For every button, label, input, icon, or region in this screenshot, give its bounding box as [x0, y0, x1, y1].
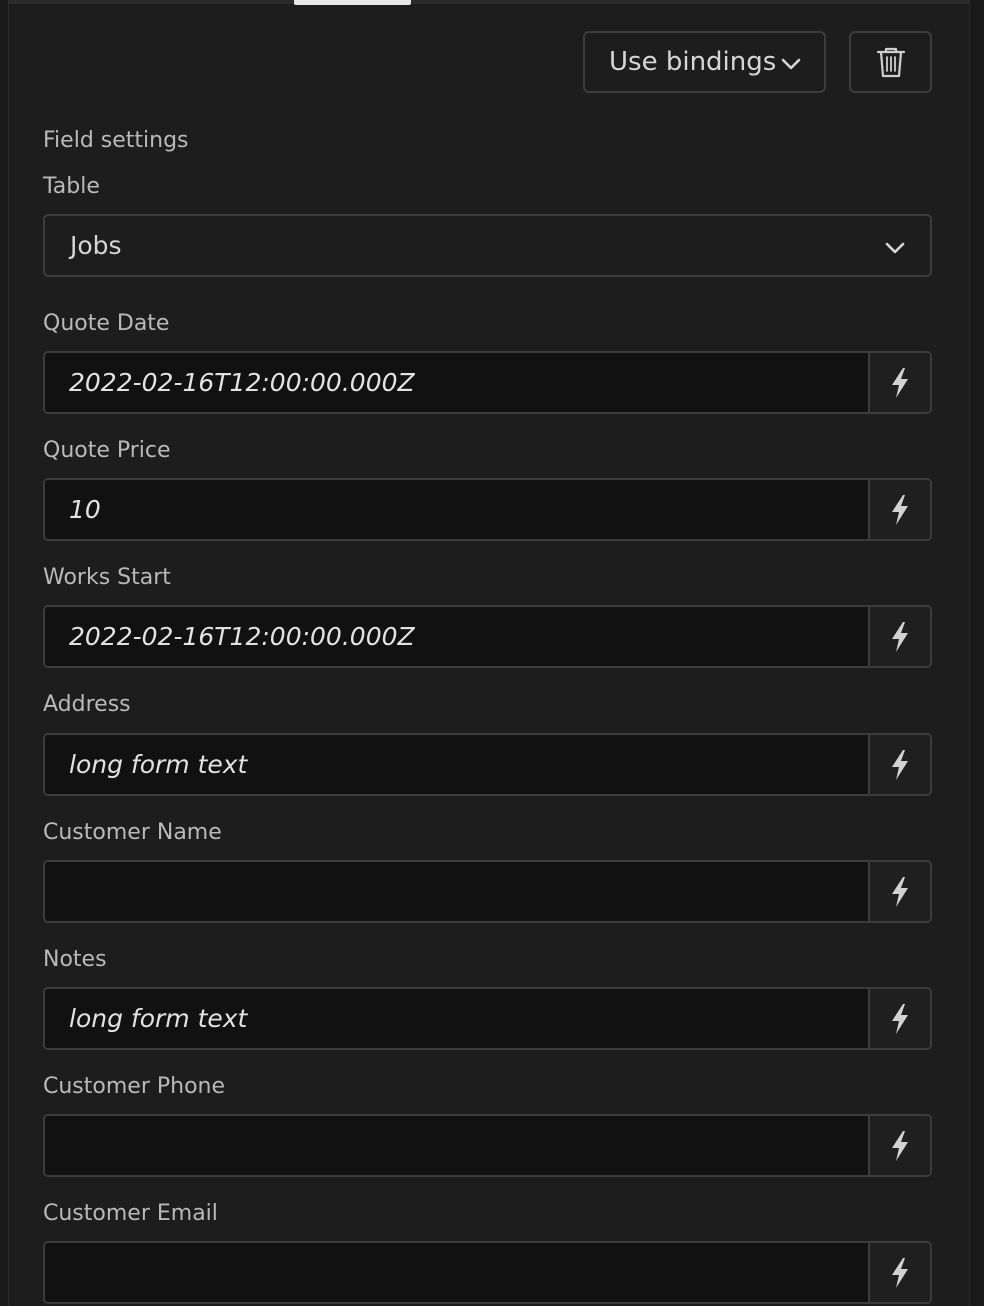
section-title: Field settings	[43, 128, 189, 153]
field-label: Quote Price	[43, 438, 171, 463]
table-select[interactable]: Jobs	[43, 214, 932, 277]
table-label: Table	[43, 174, 100, 199]
lightning-bolt-icon	[892, 1003, 908, 1034]
customer-name-input[interactable]	[45, 862, 868, 921]
field-notes	[43, 987, 932, 1050]
field-customer-phone	[43, 1114, 932, 1177]
table-select-value: Jobs	[70, 231, 122, 260]
field-label: Address	[43, 692, 131, 717]
active-tab-indicator	[294, 0, 411, 5]
chevron-down-icon	[885, 242, 905, 254]
binding-button[interactable]	[868, 735, 930, 794]
lightning-bolt-icon	[892, 876, 908, 907]
notes-input[interactable]	[45, 989, 868, 1048]
tab-bar-border	[0, 0, 984, 4]
customer-email-input[interactable]	[45, 1243, 868, 1302]
field-label: Works Start	[43, 565, 171, 590]
binding-button[interactable]	[868, 989, 930, 1048]
chevron-down-icon	[781, 58, 801, 70]
field-quote-price	[43, 478, 932, 541]
field-label: Notes	[43, 947, 107, 972]
field-customer-name	[43, 860, 932, 923]
binding-button[interactable]	[868, 862, 930, 921]
binding-button[interactable]	[868, 1116, 930, 1175]
customer-phone-input[interactable]	[45, 1116, 868, 1175]
lightning-bolt-icon	[892, 1130, 908, 1161]
lightning-bolt-icon	[892, 621, 908, 652]
field-quote-date	[43, 351, 932, 414]
binding-button[interactable]	[868, 1243, 930, 1302]
lightning-bolt-icon	[892, 1257, 908, 1288]
lightning-bolt-icon	[892, 367, 908, 398]
trash-icon	[876, 47, 905, 78]
address-input[interactable]	[45, 735, 868, 794]
works-start-input[interactable]	[45, 607, 868, 666]
field-label: Customer Email	[43, 1201, 218, 1226]
binding-button[interactable]	[868, 607, 930, 666]
use-bindings-label: Use bindings	[609, 47, 777, 77]
left-edge	[0, 0, 9, 1306]
field-label: Customer Name	[43, 820, 222, 845]
field-customer-email	[43, 1241, 932, 1304]
lightning-bolt-icon	[892, 749, 908, 780]
delete-button[interactable]	[849, 31, 932, 93]
quote-price-input[interactable]	[45, 480, 868, 539]
field-label: Quote Date	[43, 311, 170, 336]
binding-button[interactable]	[868, 480, 930, 539]
field-label: Customer Phone	[43, 1074, 226, 1099]
right-edge	[969, 0, 984, 1306]
lightning-bolt-icon	[892, 494, 908, 525]
binding-button[interactable]	[868, 353, 930, 412]
settings-panel: Use bindings Field settings Table Jobs Q…	[0, 0, 984, 1306]
use-bindings-select[interactable]: Use bindings	[583, 31, 826, 93]
quote-date-input[interactable]	[45, 353, 868, 412]
field-address	[43, 733, 932, 796]
field-works-start	[43, 605, 932, 668]
